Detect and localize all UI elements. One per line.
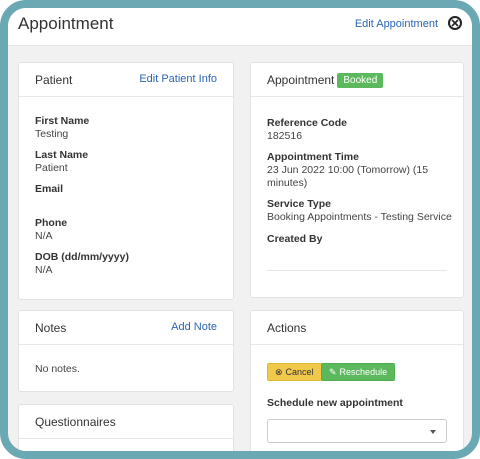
patient-card: Patient Edit Patient Info First Name Tes… — [18, 62, 234, 300]
notes-card-header: Notes Add Note — [19, 311, 233, 345]
dob-field: DOB (dd/mm/yyyy) N/A — [35, 251, 129, 277]
appointment-time-field: Appointment Time 23 Jun 2022 10:00 (Tomo… — [267, 151, 447, 190]
appointment-card-header: Appointment Booked — [251, 63, 463, 97]
appointment-card-title: Appointment Booked — [267, 73, 384, 88]
divider — [267, 270, 447, 271]
patient-card-header: Patient Edit Patient Info — [19, 63, 233, 97]
patient-card-title: Patient — [35, 73, 73, 87]
modal-header: Appointment Edit Appointment — [8, 8, 472, 46]
first-name-value: Testing — [35, 128, 69, 140]
phone-value: N/A — [35, 230, 53, 242]
reference-code-value: 182516 — [267, 130, 303, 142]
questionnaires-card: Questionnaires — [18, 404, 234, 451]
cancel-button-label: Cancel — [285, 367, 314, 377]
phone-label: Phone — [35, 217, 68, 229]
questionnaires-card-header: Questionnaires — [19, 405, 233, 439]
appointment-time-value: 23 Jun 2022 10:00 (Tomorrow) (15 minutes… — [267, 164, 429, 189]
appointment-card-title-text: Appointment — [267, 73, 335, 87]
first-name-label: First Name — [35, 115, 90, 127]
reference-code-field: Reference Code 182516 — [267, 117, 453, 143]
created-by-label: Created By — [267, 233, 323, 245]
first-name-field: First Name Testing — [35, 115, 89, 141]
edit-patient-info-link[interactable]: Edit Patient Info — [139, 73, 217, 85]
status-badge: Booked — [337, 73, 384, 88]
created-by-field: Created By — [267, 233, 453, 246]
appointment-time-label: Appointment Time — [267, 151, 359, 163]
no-notes-text: No notes. — [35, 363, 80, 375]
schedule-select[interactable] — [267, 419, 447, 443]
dob-label: DOB (dd/mm/yyyy) — [35, 251, 129, 263]
appointment-card: Appointment Booked Reference Code 182516 … — [250, 62, 464, 298]
questionnaires-card-title: Questionnaires — [35, 415, 116, 429]
close-button[interactable] — [448, 16, 462, 30]
edit-appointment-link[interactable]: Edit Appointment — [355, 18, 438, 30]
close-icon — [451, 19, 459, 27]
cancel-circle-icon: ⊗ — [275, 366, 283, 377]
actions-card: Actions ⊗ Cancel ✎ Reschedule Schedule n… — [250, 310, 464, 451]
last-name-field: Last Name Patient — [35, 149, 88, 175]
service-type-value: Booking Appointments - Testing Service — [267, 211, 452, 223]
dob-value: N/A — [35, 264, 53, 276]
schedule-new-label: Schedule new appointment — [267, 397, 403, 409]
phone-field: Phone N/A — [35, 217, 67, 243]
reschedule-button[interactable]: ✎ Reschedule — [321, 363, 396, 381]
cancel-button[interactable]: ⊗ Cancel — [267, 363, 322, 381]
actions-card-title: Actions — [267, 321, 307, 335]
reschedule-button-label: Reschedule — [339, 367, 388, 377]
edit-icon: ✎ — [329, 366, 337, 377]
email-label: Email — [35, 183, 64, 195]
actions-card-header: Actions — [251, 311, 463, 345]
reference-code-label: Reference Code — [267, 117, 347, 129]
appointment-modal: Appointment Edit Appointment Patient Edi… — [0, 0, 480, 459]
chevron-down-icon — [430, 430, 436, 434]
last-name-label: Last Name — [35, 149, 89, 161]
page-title: Appointment — [18, 14, 114, 33]
add-note-link[interactable]: Add Note — [171, 321, 217, 333]
notes-card: Notes Add Note No notes. — [18, 310, 234, 392]
service-type-field: Service Type Booking Appointments - Test… — [267, 198, 457, 224]
email-field: Email — [35, 183, 63, 196]
last-name-value: Patient — [35, 162, 68, 174]
service-type-label: Service Type — [267, 198, 332, 210]
notes-card-title: Notes — [35, 321, 67, 335]
